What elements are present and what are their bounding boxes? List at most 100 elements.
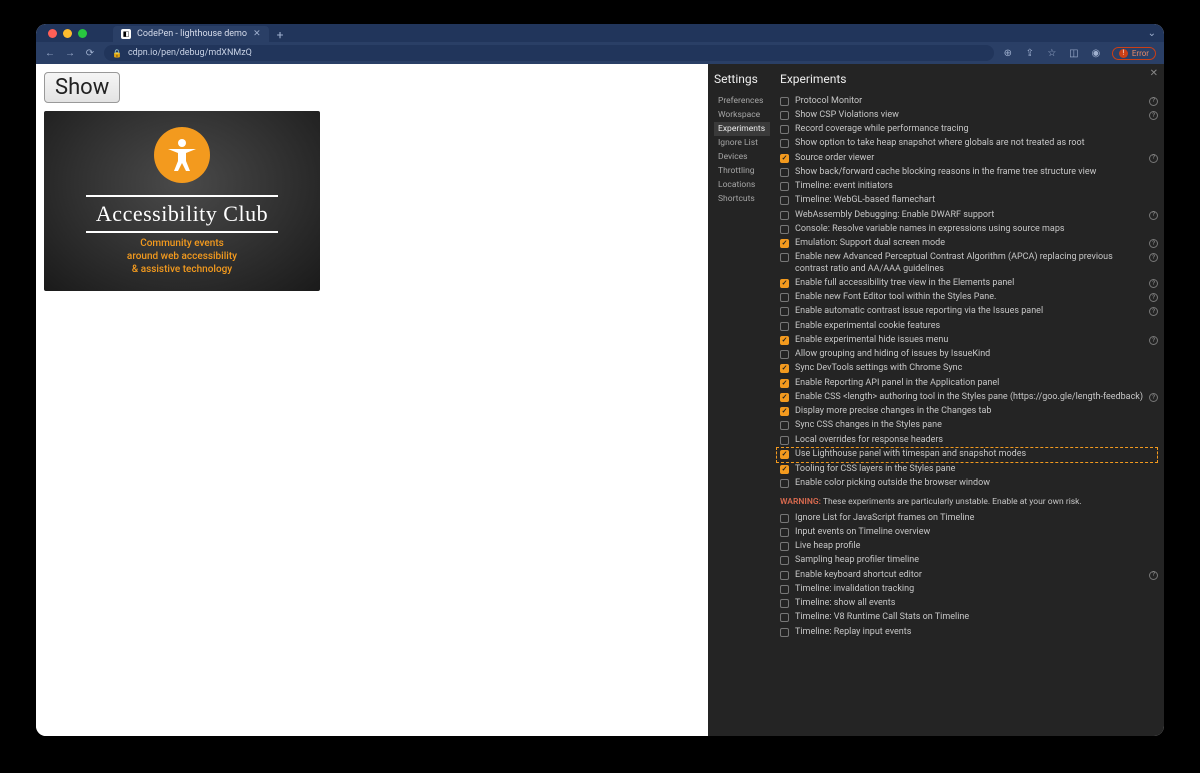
experiment-checkbox[interactable] xyxy=(780,450,789,459)
info-icon[interactable]: ? xyxy=(1149,393,1158,402)
experiment-checkbox[interactable] xyxy=(780,465,789,474)
experiment-checkbox[interactable] xyxy=(780,182,789,191)
experiment-checkbox[interactable] xyxy=(780,239,789,248)
experiment-label[interactable]: Show option to take heap snapshot where … xyxy=(795,138,1158,149)
show-button[interactable]: Show xyxy=(44,72,120,103)
maximize-window-icon[interactable] xyxy=(78,29,87,38)
experiment-label[interactable]: Source order viewer xyxy=(795,153,1143,164)
experiment-checkbox[interactable] xyxy=(780,585,789,594)
experiment-label[interactable]: Allow grouping and hiding of issues by I… xyxy=(795,349,1158,360)
experiment-label[interactable]: Show back/forward cache blocking reasons… xyxy=(795,167,1158,178)
experiment-label[interactable]: Timeline: WebGL-based flamechart xyxy=(795,195,1158,206)
experiment-checkbox[interactable] xyxy=(780,613,789,622)
settings-nav-locations[interactable]: Locations xyxy=(714,178,770,192)
experiment-checkbox[interactable] xyxy=(780,211,789,220)
extension-icon[interactable]: ◫ xyxy=(1068,47,1080,59)
experiment-label[interactable]: Display more precise changes in the Chan… xyxy=(795,406,1158,417)
experiment-label[interactable]: Timeline: V8 Runtime Call Stats on Timel… xyxy=(795,612,1158,623)
info-icon[interactable]: ? xyxy=(1149,211,1158,220)
experiment-label[interactable]: Protocol Monitor xyxy=(795,96,1143,107)
minimize-window-icon[interactable] xyxy=(63,29,72,38)
close-icon[interactable]: ✕ xyxy=(1150,68,1158,79)
search-in-page-icon[interactable]: ⊕ xyxy=(1002,47,1014,59)
chevron-down-icon[interactable]: ⌄ xyxy=(1148,28,1156,39)
experiment-checkbox[interactable] xyxy=(780,528,789,537)
experiment-label[interactable]: Sync CSS changes in the Styles pane xyxy=(795,420,1158,431)
experiment-label[interactable]: Enable full accessibility tree view in t… xyxy=(795,278,1143,289)
settings-nav-devices[interactable]: Devices xyxy=(714,150,770,164)
experiment-checkbox[interactable] xyxy=(780,421,789,430)
experiment-checkbox[interactable] xyxy=(780,393,789,402)
experiment-checkbox[interactable] xyxy=(780,542,789,551)
experiment-label[interactable]: Record coverage while performance tracin… xyxy=(795,124,1158,135)
experiment-label[interactable]: Sync DevTools settings with Chrome Sync xyxy=(795,363,1158,374)
close-window-icon[interactable] xyxy=(48,29,57,38)
forward-icon[interactable]: → xyxy=(64,47,76,59)
experiment-label[interactable]: Timeline: show all events xyxy=(795,598,1158,609)
experiment-label[interactable]: Live heap profile xyxy=(795,541,1158,552)
experiment-label[interactable]: Show CSP Violations view xyxy=(795,110,1143,121)
info-icon[interactable]: ? xyxy=(1149,154,1158,163)
experiment-checkbox[interactable] xyxy=(780,322,789,331)
experiment-checkbox[interactable] xyxy=(780,139,789,148)
experiment-checkbox[interactable] xyxy=(780,125,789,134)
experiment-checkbox[interactable] xyxy=(780,571,789,580)
info-icon[interactable]: ? xyxy=(1149,336,1158,345)
experiment-label[interactable]: Timeline: invalidation tracking xyxy=(795,584,1158,595)
experiment-label[interactable]: Enable automatic contrast issue reportin… xyxy=(795,306,1143,317)
address-bar[interactable]: 🔒 cdpn.io/pen/debug/mdXNMzQ xyxy=(104,45,994,61)
experiment-checkbox[interactable] xyxy=(780,364,789,373)
experiments-panel[interactable]: Experiments Protocol Monitor?Show CSP Vi… xyxy=(770,64,1164,736)
experiment-checkbox[interactable] xyxy=(780,225,789,234)
experiment-label[interactable]: Timeline: Replay input events xyxy=(795,627,1158,638)
experiment-label[interactable]: Enable experimental cookie features xyxy=(795,321,1158,332)
experiment-label[interactable]: Enable keyboard shortcut editor xyxy=(795,570,1143,581)
settings-nav-experiments[interactable]: Experiments xyxy=(714,122,770,136)
experiment-checkbox[interactable] xyxy=(780,407,789,416)
experiment-checkbox[interactable] xyxy=(780,307,789,316)
experiment-label[interactable]: Use Lighthouse panel with timespan and s… xyxy=(795,449,1154,460)
experiment-label[interactable]: Sampling heap profiler timeline xyxy=(795,555,1158,566)
browser-tab[interactable]: ◧ CodePen - lighthouse demo ✕ xyxy=(113,26,269,42)
info-icon[interactable]: ? xyxy=(1149,279,1158,288)
share-icon[interactable]: ⇪ xyxy=(1024,47,1036,59)
experiment-checkbox[interactable] xyxy=(780,556,789,565)
settings-nav-throttling[interactable]: Throttling xyxy=(714,164,770,178)
experiment-checkbox[interactable] xyxy=(780,293,789,302)
experiment-checkbox[interactable] xyxy=(780,379,789,388)
experiment-label[interactable]: Input events on Timeline overview xyxy=(795,527,1158,538)
settings-nav-shortcuts[interactable]: Shortcuts xyxy=(714,192,770,206)
experiment-label[interactable]: Enable CSS <length> authoring tool in th… xyxy=(795,392,1143,403)
new-tab-icon[interactable]: + xyxy=(277,28,284,42)
experiment-checkbox[interactable] xyxy=(780,599,789,608)
info-icon[interactable]: ? xyxy=(1149,111,1158,120)
close-tab-icon[interactable]: ✕ xyxy=(253,29,261,39)
info-icon[interactable]: ? xyxy=(1149,97,1158,106)
experiment-label[interactable]: WebAssembly Debugging: Enable DWARF supp… xyxy=(795,210,1143,221)
bookmark-icon[interactable]: ☆ xyxy=(1046,47,1058,59)
experiment-checkbox[interactable] xyxy=(780,168,789,177)
info-icon[interactable]: ? xyxy=(1149,571,1158,580)
settings-nav-preferences[interactable]: Preferences xyxy=(714,94,770,108)
experiment-label[interactable]: Ignore List for JavaScript frames on Tim… xyxy=(795,513,1158,524)
settings-nav-workspace[interactable]: Workspace xyxy=(714,108,770,122)
experiment-checkbox[interactable] xyxy=(780,336,789,345)
experiment-label[interactable]: Enable experimental hide issues menu xyxy=(795,335,1143,346)
experiment-label[interactable]: Console: Resolve variable names in expre… xyxy=(795,224,1158,235)
experiment-label[interactable]: Tooling for CSS layers in the Styles pan… xyxy=(795,464,1158,475)
experiment-checkbox[interactable] xyxy=(780,350,789,359)
profile-icon[interactable]: ◉ xyxy=(1090,47,1102,59)
info-icon[interactable]: ? xyxy=(1149,293,1158,302)
back-icon[interactable]: ← xyxy=(44,47,56,59)
info-icon[interactable]: ? xyxy=(1149,307,1158,316)
info-icon[interactable]: ? xyxy=(1149,239,1158,248)
experiment-label[interactable]: Local overrides for response headers xyxy=(795,435,1158,446)
experiment-label[interactable]: Enable color picking outside the browser… xyxy=(795,478,1158,489)
experiment-label[interactable]: Enable new Advanced Perceptual Contrast … xyxy=(795,252,1143,275)
settings-nav-ignore-list[interactable]: Ignore List xyxy=(714,136,770,150)
experiment-checkbox[interactable] xyxy=(780,436,789,445)
error-badge[interactable]: ! Error xyxy=(1112,47,1156,60)
experiment-label[interactable]: Emulation: Support dual screen mode xyxy=(795,238,1143,249)
experiment-checkbox[interactable] xyxy=(780,628,789,637)
experiment-checkbox[interactable] xyxy=(780,196,789,205)
